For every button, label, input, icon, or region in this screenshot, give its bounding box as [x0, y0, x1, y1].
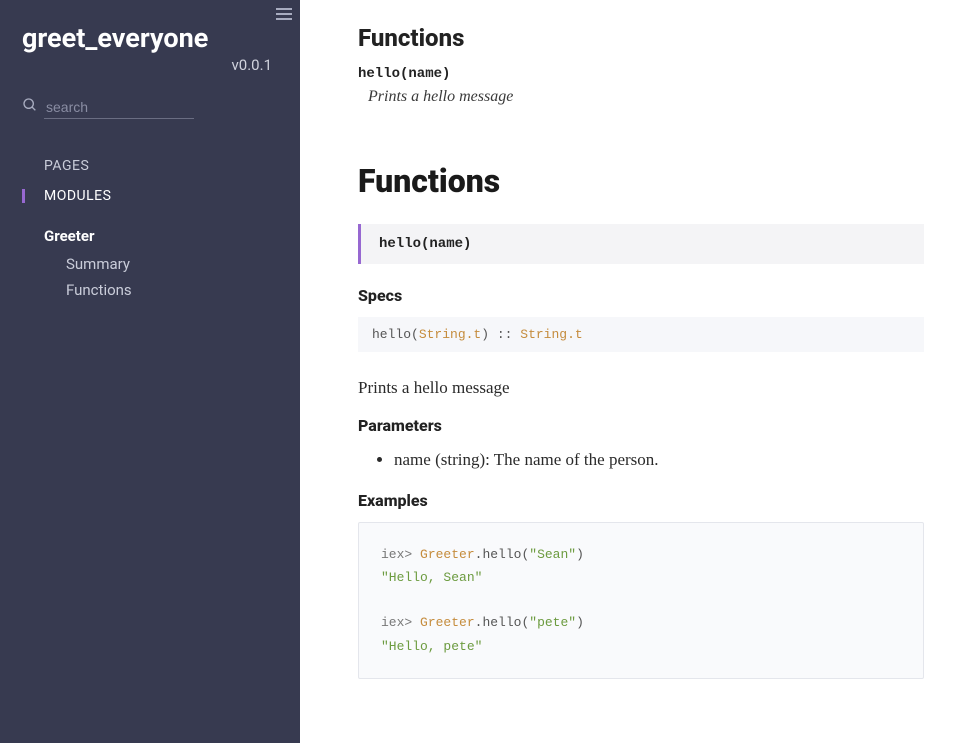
- search-container: [0, 82, 300, 129]
- nav-module-greeter[interactable]: Greeter: [0, 211, 300, 251]
- project-name[interactable]: greet_everyone: [22, 24, 278, 54]
- example-block: iex> Greeter.hello("Sean") "Hello, Sean": [381, 543, 901, 590]
- specs-box: hello(String.t) :: String.t: [358, 317, 924, 352]
- examples-label: Examples: [358, 491, 924, 510]
- parameters-label: Parameters: [358, 416, 924, 435]
- specs-label: Specs: [358, 286, 924, 305]
- summary-function-signature[interactable]: hello(name): [358, 66, 924, 82]
- example-invocation: iex> Greeter.hello("pete"): [381, 611, 901, 634]
- search-icon: [22, 97, 38, 117]
- sidebar: greet_everyone v0.0.1 PAGES MODULES Gree…: [0, 0, 300, 743]
- main-content: Functions hello(name) Prints a hello mes…: [300, 0, 974, 743]
- spec-fn-name: hello: [372, 327, 411, 342]
- search-input[interactable]: [44, 96, 194, 119]
- function-header: hello(name): [358, 224, 924, 264]
- spec-arg-type: String.t: [419, 327, 481, 342]
- spec-operator: ::: [497, 327, 513, 342]
- example-result: "Hello, pete": [381, 635, 901, 658]
- nav-sub-summary[interactable]: Summary: [0, 251, 300, 277]
- example-block: iex> Greeter.hello("pete") "Hello, pete": [381, 611, 901, 658]
- hamburger-menu-icon[interactable]: [276, 8, 292, 20]
- nav-item-modules[interactable]: MODULES: [0, 181, 300, 211]
- parameter-item: name (string): The name of the person.: [394, 447, 924, 473]
- functions-detail-heading: Functions: [358, 162, 924, 200]
- example-invocation: iex> Greeter.hello("Sean"): [381, 543, 901, 566]
- nav-sub-functions[interactable]: Functions: [0, 277, 300, 303]
- examples-box: iex> Greeter.hello("Sean") "Hello, Sean"…: [358, 522, 924, 680]
- project-version: v0.0.1: [22, 56, 278, 74]
- parameters-list: name (string): The name of the person.: [358, 447, 924, 473]
- function-description: Prints a hello message: [358, 378, 924, 398]
- nav-item-pages[interactable]: PAGES: [0, 151, 300, 181]
- summary-heading: Functions: [358, 24, 924, 52]
- spec-return-type: String.t: [520, 327, 582, 342]
- sidebar-nav: PAGES MODULES Greeter Summary Functions: [0, 129, 300, 303]
- example-result: "Hello, Sean": [381, 566, 901, 589]
- sidebar-header: greet_everyone v0.0.1: [0, 0, 300, 82]
- summary-function-description: Prints a hello message: [358, 88, 924, 106]
